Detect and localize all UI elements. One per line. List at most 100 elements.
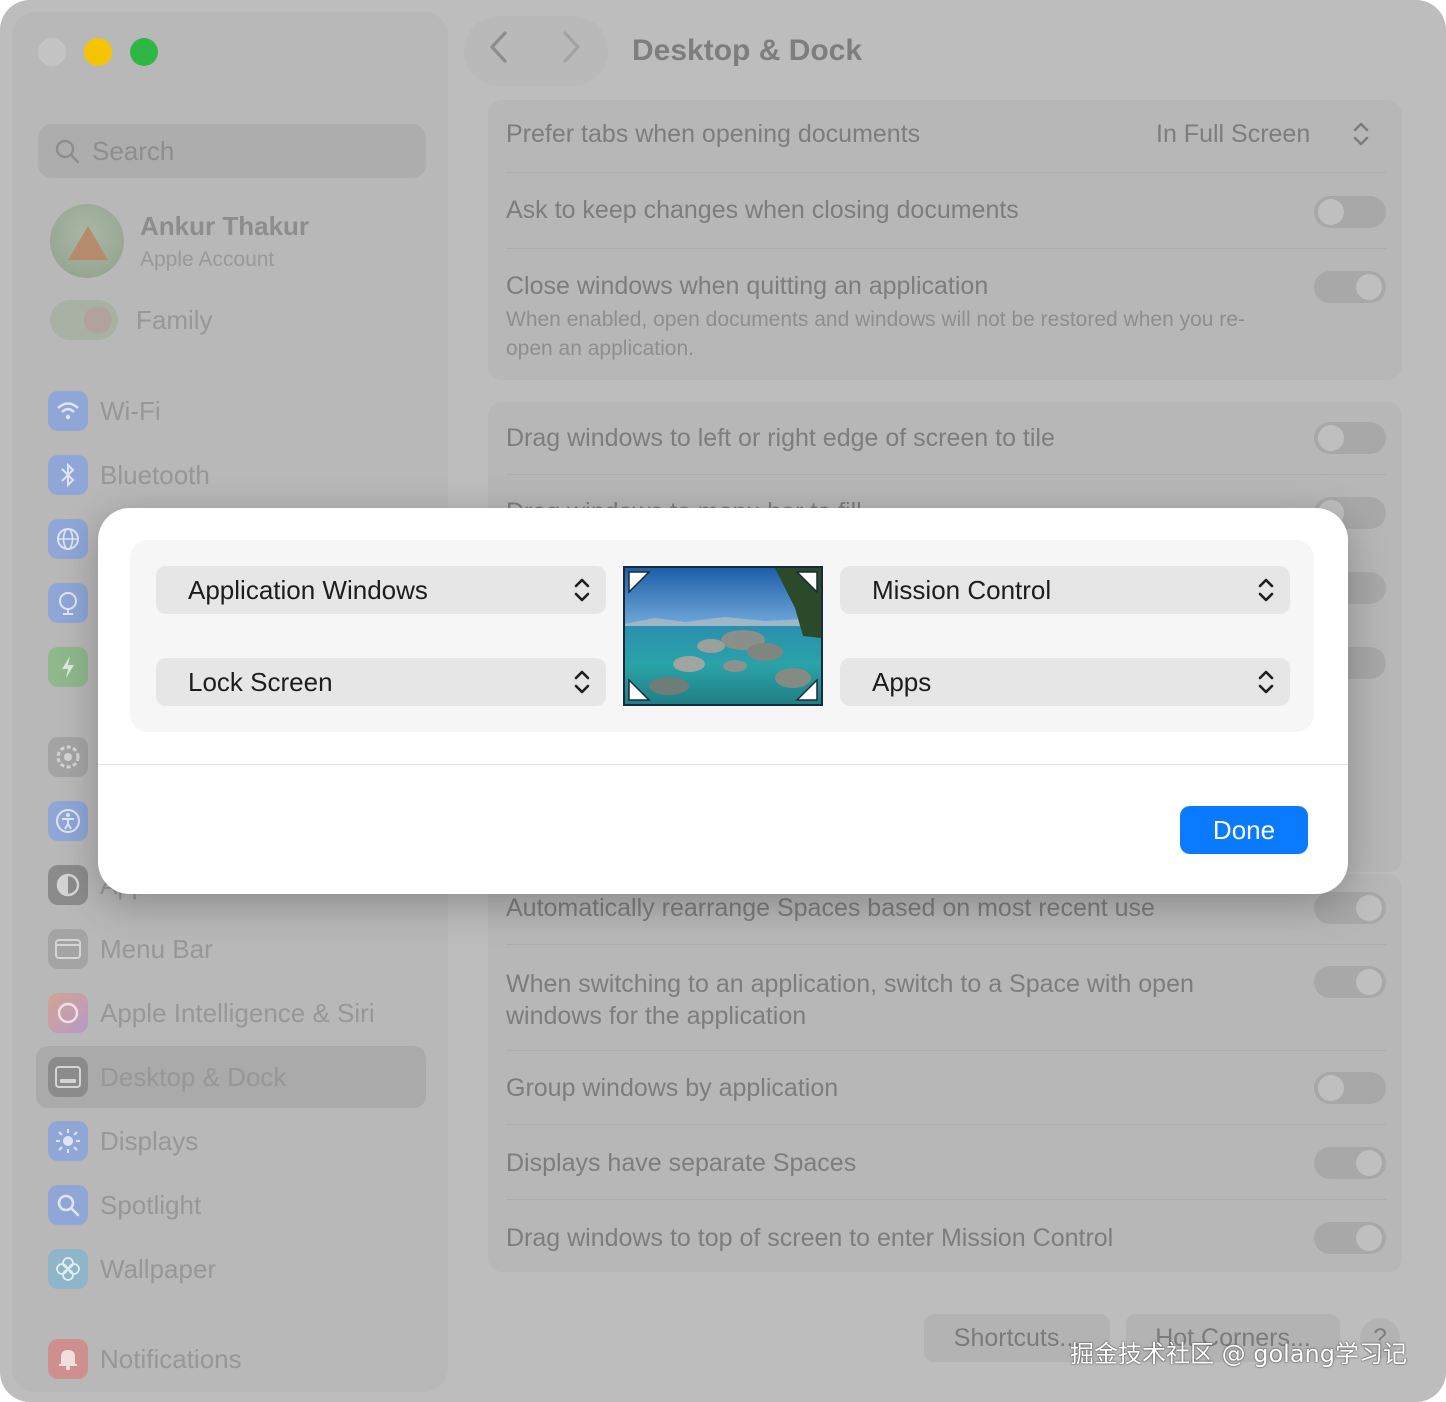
accessibility-icon: [48, 801, 88, 841]
dock-icon: [48, 1057, 88, 1097]
bottom-left-corner-value: Lock Screen: [188, 666, 333, 697]
sidebar-item-label: Wi-Fi: [100, 395, 161, 426]
close-window-button[interactable]: [38, 38, 66, 66]
apple-account-item[interactable]: Ankur Thakur Apple Account: [50, 204, 309, 278]
drag-mission-control-label: Drag windows to top of screen to enter M…: [506, 1224, 1114, 1252]
up-down-chevron-icon[interactable]: [1350, 118, 1372, 150]
bottom-left-corner-select[interactable]: Lock Screen: [156, 658, 606, 706]
divider: [506, 1199, 1386, 1200]
drag-tile-toggle[interactable]: [1314, 422, 1386, 454]
top-left-corner-marker-icon: [628, 571, 651, 594]
close-windows-toggle[interactable]: [1314, 271, 1386, 303]
divider: [506, 1050, 1386, 1051]
sidebar-item-general[interactable]: [48, 734, 88, 780]
navigation-buttons: [464, 16, 608, 86]
sidebar-item-accessibility[interactable]: [48, 798, 88, 844]
top-left-corner-select[interactable]: Application Windows: [156, 566, 606, 614]
globe-icon: [48, 519, 88, 559]
wifi-icon: [48, 391, 88, 431]
displays-sun-icon: [48, 1121, 88, 1161]
back-chevron-icon[interactable]: [488, 30, 510, 70]
close-windows-description: When enabled, open documents and windows…: [506, 308, 1245, 360]
general-gear-icon: [48, 737, 88, 777]
battery-bolt-icon: [48, 647, 88, 687]
divider: [506, 1124, 1386, 1125]
bluetooth-icon: [48, 455, 88, 495]
up-down-chevron-icon: [574, 670, 590, 694]
sidebar-item-battery[interactable]: [48, 644, 88, 690]
sidebar-item-label: Displays: [100, 1125, 199, 1156]
spotlight-magnifier-icon: [48, 1185, 88, 1225]
group-windows-label: Group windows by application: [506, 1074, 839, 1102]
bottom-right-corner-select[interactable]: Apps: [840, 658, 1290, 706]
notifications-bell-icon: [48, 1339, 88, 1379]
sidebar-item-displays[interactable]: Displays: [48, 1118, 198, 1164]
appearance-icon: [48, 865, 88, 905]
auto-rearrange-label: Automatically rearrange Spaces based on …: [506, 894, 1155, 922]
prefer-tabs-label: Prefer tabs when opening documents: [506, 120, 921, 148]
search-input[interactable]: Search: [38, 124, 426, 178]
switch-space-toggle[interactable]: [1314, 966, 1386, 998]
prefer-tabs-popup[interactable]: In Full Screen: [1156, 120, 1310, 149]
switch-space-label: When switching to an application, switch…: [506, 970, 1194, 1030]
page-title: Desktop & Dock: [632, 34, 863, 67]
minimize-window-button[interactable]: [84, 38, 112, 66]
watermark: 掘金技术社区 @ golang学习记: [1070, 1340, 1407, 1368]
sidebar-item-label: Notifications: [100, 1343, 242, 1374]
drag-mission-control-toggle[interactable]: [1314, 1222, 1386, 1254]
up-down-chevron-icon: [574, 578, 590, 602]
sidebar-item-label: Menu Bar: [100, 933, 213, 964]
sidebar-item-wifi[interactable]: Wi-Fi: [48, 388, 161, 434]
divider: [506, 474, 1386, 475]
bottom-right-corner-marker-icon: [795, 678, 818, 701]
ask-keep-changes-toggle[interactable]: [1314, 196, 1386, 228]
top-right-corner-value: Mission Control: [872, 574, 1052, 605]
sidebar-item-label: Apple Intelligence & Siri: [100, 997, 375, 1028]
sidebar-item-label: Spotlight: [100, 1189, 202, 1220]
auto-rearrange-toggle[interactable]: [1314, 892, 1386, 924]
ask-keep-changes-label: Ask to keep changes when closing documen…: [506, 196, 1019, 224]
drag-tile-label: Drag windows to left or right edge of sc…: [506, 424, 1055, 452]
sidebar-item-vpn[interactable]: [48, 580, 88, 626]
divider: [506, 172, 1386, 173]
search-icon: [55, 139, 80, 164]
sidebar-item-label: Family: [136, 304, 213, 335]
family-avatars-icon: [50, 300, 118, 340]
group-windows-toggle[interactable]: [1314, 1072, 1386, 1104]
sidebar-item-wallpaper[interactable]: Wallpaper: [48, 1246, 216, 1292]
dialog-divider: [98, 764, 1348, 765]
sidebar-item-menu-bar[interactable]: Menu Bar: [48, 926, 213, 972]
sidebar-item-notifications[interactable]: Notifications: [48, 1336, 242, 1382]
avatar: [50, 204, 124, 278]
up-down-chevron-icon: [1258, 578, 1274, 602]
sidebar-item-desktop-dock[interactable]: Desktop & Dock: [48, 1054, 286, 1100]
close-windows-label: Close windows when quitting an applicati…: [506, 272, 989, 300]
divider: [506, 944, 1386, 945]
vpn-globe-icon: [48, 583, 88, 623]
done-button[interactable]: Done: [1180, 806, 1308, 854]
maximize-window-button[interactable]: [130, 38, 158, 66]
separate-spaces-toggle[interactable]: [1314, 1147, 1386, 1179]
siri-icon: [48, 993, 88, 1033]
sidebar-item-apple-intelligence-siri[interactable]: Apple Intelligence & Siri: [48, 990, 375, 1036]
forward-chevron-icon[interactable]: [560, 30, 582, 70]
account-name: Ankur Thakur: [140, 210, 310, 241]
search-placeholder: Search: [92, 135, 175, 166]
top-right-corner-select[interactable]: Mission Control: [840, 566, 1290, 614]
sidebar-item-label: Bluetooth: [100, 459, 210, 490]
bottom-right-corner-value: Apps: [872, 666, 932, 697]
sidebar-item-bluetooth[interactable]: Bluetooth: [48, 452, 210, 498]
wallpaper-flower-icon: [48, 1249, 88, 1289]
corner-markers: [628, 571, 818, 701]
divider: [506, 248, 1386, 249]
sidebar-item-label: Desktop & Dock: [100, 1061, 287, 1092]
bottom-left-corner-marker-icon: [628, 678, 651, 701]
top-right-corner-marker-icon: [795, 571, 818, 594]
mission-control-settings-card: [488, 874, 1402, 1272]
account-subtitle: Apple Account: [140, 247, 275, 271]
up-down-chevron-icon: [1258, 670, 1274, 694]
sidebar-item-spotlight[interactable]: Spotlight: [48, 1182, 201, 1228]
menu-bar-icon: [48, 929, 88, 969]
sidebar-item-label: Wallpaper: [100, 1253, 217, 1284]
sidebar-item-family[interactable]: Family: [50, 300, 213, 340]
